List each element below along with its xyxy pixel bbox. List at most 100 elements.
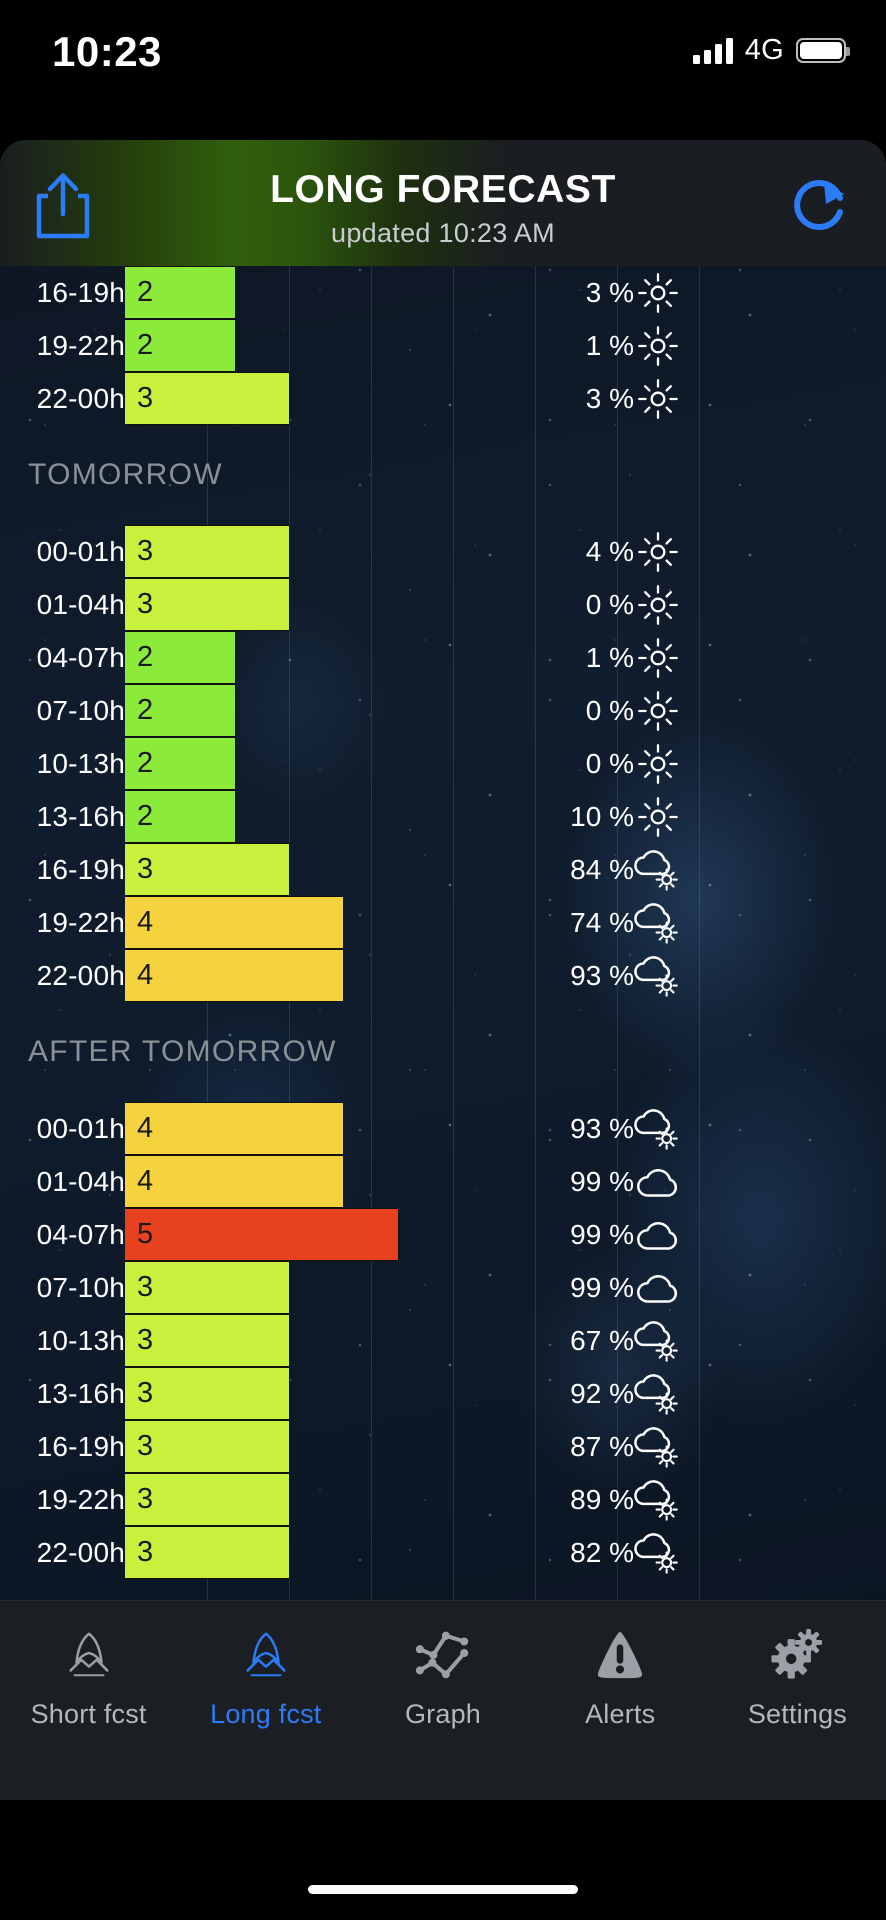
- tab-icon-slot: [62, 1625, 116, 1685]
- forecast-row[interactable]: 16-19h 3 84 %: [0, 843, 886, 896]
- weather-icon-slot: [628, 1318, 688, 1364]
- time-range-label: 19-22h: [36, 329, 125, 361]
- tab-long-fcst[interactable]: Long fcst: [177, 1601, 354, 1800]
- weather-icon-slot: [628, 582, 688, 628]
- cloud-sun-icon: [634, 849, 678, 891]
- cloud-sun-icon: [634, 1532, 678, 1574]
- time-range-label: 07-10h: [36, 1271, 125, 1303]
- weather-icon-slot: [628, 1212, 688, 1258]
- precipitation-percent: 1 %: [585, 641, 634, 673]
- weather-icon-slot: [628, 1265, 688, 1311]
- tab-icon-slot: [239, 1625, 293, 1685]
- weather-icon-slot: [628, 900, 688, 946]
- app-header: LONG FORECAST updated 10:23 AM: [0, 140, 886, 266]
- forecast-row[interactable]: 19-22h 4 74 %: [0, 896, 886, 949]
- forecast-row[interactable]: 22-00h 3 82 %: [0, 1526, 886, 1579]
- tab-label: Short fcst: [30, 1699, 147, 1729]
- precipitation-percent: 3 %: [585, 382, 634, 414]
- tab-icon-slot: [768, 1625, 826, 1685]
- time-range-label: 10-13h: [36, 747, 125, 779]
- weather-icon-slot: [628, 1371, 688, 1417]
- cloud-sun-icon: [634, 1108, 678, 1150]
- forecast-row[interactable]: 00-01h 3 4 %: [0, 525, 886, 578]
- tab-icon-slot: [414, 1625, 472, 1685]
- sun-icon: [638, 690, 678, 731]
- forecast-list[interactable]: 16-19h 2 3 % 19-22h 2 1 % 22-00h 3 3 % T…: [0, 266, 886, 1600]
- cloud-sun-icon: [634, 1320, 678, 1362]
- page-title: LONG FORECAST: [270, 168, 616, 211]
- status-bar-indicators: 4G: [692, 34, 850, 67]
- forecast-row[interactable]: 04-07h 2 1 %: [0, 631, 886, 684]
- weather-icon-slot: [628, 794, 688, 840]
- weather-icon-slot: [628, 270, 688, 316]
- time-range-label: 22-00h: [36, 1536, 125, 1568]
- forecast-row[interactable]: 10-13h 2 0 %: [0, 737, 886, 790]
- forecast-row[interactable]: 07-10h 2 0 %: [0, 684, 886, 737]
- cloud-sun-icon: [634, 902, 678, 944]
- forecast-row[interactable]: 22-00h 3 3 %: [0, 372, 886, 425]
- forecast-row[interactable]: 13-16h 3 92 %: [0, 1367, 886, 1420]
- forecast-row[interactable]: 22-00h 4 93 %: [0, 949, 886, 1002]
- weather-icon-slot: [628, 1424, 688, 1470]
- precipitation-percent: 10 %: [570, 800, 634, 832]
- forecast-row[interactable]: 04-07h 5 99 %: [0, 1208, 886, 1261]
- app-container: LONG FORECAST updated 10:23 AM 16-19h 2 …: [0, 140, 886, 1800]
- forecast-level-bar: 2: [125, 684, 236, 737]
- time-range-label: 07-10h: [36, 694, 125, 726]
- forecast-level-value: 3: [137, 1483, 154, 1515]
- forecast-level-value: 5: [137, 1218, 154, 1250]
- precipitation-percent: 74 %: [570, 906, 634, 938]
- forecast-level-bar: 3: [125, 525, 290, 578]
- status-bar-time: 10:23: [52, 28, 162, 75]
- weather-icon-slot: [628, 635, 688, 681]
- time-range-label: 13-16h: [36, 1377, 125, 1409]
- forecast-row[interactable]: 16-19h 2 3 %: [0, 266, 886, 319]
- weather-icon-slot: [628, 688, 688, 734]
- forecast-level-value: 3: [137, 1271, 154, 1303]
- precipitation-percent: 67 %: [570, 1324, 634, 1356]
- precipitation-percent: 89 %: [570, 1483, 634, 1515]
- line-chart-icon: [415, 1631, 469, 1679]
- time-range-label: 19-22h: [36, 1483, 125, 1515]
- precipitation-percent: 0 %: [585, 694, 634, 726]
- precipitation-percent: 84 %: [570, 853, 634, 885]
- tab-settings[interactable]: Settings: [709, 1601, 886, 1800]
- home-indicator: [308, 1885, 578, 1894]
- precipitation-percent: 0 %: [585, 747, 634, 779]
- forecast-level-value: 2: [137, 694, 154, 726]
- weather-icon-slot: [628, 741, 688, 787]
- forecast-level-value: 4: [137, 959, 154, 991]
- forecast-level-bar: 4: [125, 896, 344, 949]
- forecast-row[interactable]: 19-22h 3 89 %: [0, 1473, 886, 1526]
- forecast-row[interactable]: 10-13h 3 67 %: [0, 1314, 886, 1367]
- tab-short-fcst[interactable]: Short fcst: [0, 1601, 177, 1800]
- forecast-row[interactable]: 00-01h 4 93 %: [0, 1102, 886, 1155]
- tab-bar: Short fcst Long fcst Graph Alerts Settin…: [0, 1600, 886, 1800]
- tab-graph[interactable]: Graph: [354, 1601, 531, 1800]
- forecast-level-bar: 3: [125, 1526, 290, 1579]
- precipitation-percent: 99 %: [570, 1165, 634, 1197]
- tab-alerts[interactable]: Alerts: [532, 1601, 709, 1800]
- forecast-level-bar: 4: [125, 949, 344, 1002]
- forecast-level-bar: 2: [125, 319, 236, 372]
- forecast-level-value: 3: [137, 588, 154, 620]
- forecast-row[interactable]: 07-10h 3 99 %: [0, 1261, 886, 1314]
- refresh-button[interactable]: [788, 172, 852, 236]
- forecast-row[interactable]: 01-04h 3 0 %: [0, 578, 886, 631]
- time-range-label: 04-07h: [36, 1218, 125, 1250]
- weather-icon-slot: [628, 529, 688, 575]
- forecast-row[interactable]: 01-04h 4 99 %: [0, 1155, 886, 1208]
- cloud-icon: [637, 1274, 678, 1303]
- weather-icon-slot: [628, 1477, 688, 1523]
- sun-icon: [638, 378, 678, 419]
- forecast-level-bar: 2: [125, 737, 236, 790]
- weather-icon-slot: [628, 953, 688, 999]
- sun-icon: [638, 531, 678, 572]
- forecast-level-bar: 2: [125, 266, 236, 319]
- mountain-wave-icon: [69, 1632, 109, 1677]
- forecast-row[interactable]: 13-16h 2 10 %: [0, 790, 886, 843]
- forecast-row[interactable]: 19-22h 2 1 %: [0, 319, 886, 372]
- time-range-label: 00-01h: [36, 1112, 125, 1144]
- precipitation-percent: 1 %: [585, 329, 634, 361]
- forecast-row[interactable]: 16-19h 3 87 %: [0, 1420, 886, 1473]
